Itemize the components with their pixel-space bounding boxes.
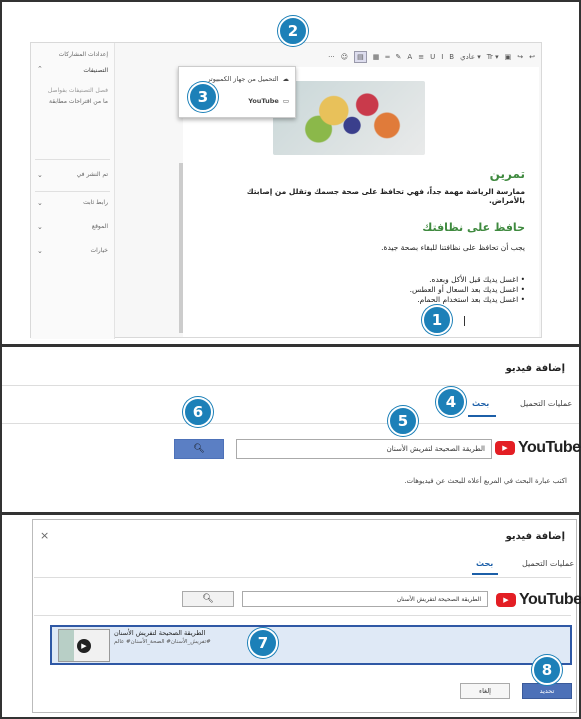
doc-bullet: • اغسل يديك قبل الأكل وبعده. — [429, 275, 525, 284]
categories-section[interactable]: التصنيفات — [83, 67, 108, 74]
divider — [34, 577, 571, 578]
video-result-tags: تفريش_الأسنان# الصحة_الأسنان# عالم# — [114, 639, 211, 645]
doc-paragraph: ممارسة الرياضة مهمة جداً، فهي تحافظ على … — [246, 187, 525, 205]
paragraph-style-select[interactable]: عادي ▾ — [460, 53, 481, 61]
search-icon: 🔍︎ — [202, 594, 214, 604]
underline-button[interactable]: U — [430, 53, 435, 61]
add-video-search-frame: إضافة فيديو بحث عمليات التحميل ▶ YouTube… — [0, 346, 581, 514]
youtube-logo: ▶ YouTube — [496, 591, 581, 609]
add-video-results-frame: × إضافة فيديو بحث عمليات التحميل ▶ YouTu… — [0, 514, 581, 719]
tab-uploads[interactable]: عمليات التحميل — [522, 559, 574, 568]
cloud-upload-icon: ☁ — [282, 75, 290, 83]
divider — [35, 159, 110, 160]
callout-1: 1 — [422, 305, 452, 335]
categories-hint[interactable]: فصل التصنيفات بفواصل — [48, 87, 108, 94]
chevron-down-icon[interactable]: ⌄ — [37, 247, 43, 255]
link-icon[interactable]: ═ — [385, 53, 389, 61]
tab-search[interactable]: بحث — [472, 399, 489, 408]
emoji-icon[interactable]: ☺ — [341, 53, 348, 61]
divider — [35, 191, 110, 192]
dialog-title: إضافة فيديو — [505, 363, 565, 374]
divider — [2, 385, 579, 386]
upload-from-computer-item[interactable]: التحميل من جهاز الكمبيوتر ☁ — [207, 75, 289, 83]
italic-button[interactable]: I — [441, 53, 443, 61]
doc-bullet: • اغسل يديك بعد السعال أو العطس. — [409, 285, 525, 294]
callout-5: 5 — [388, 406, 418, 436]
post-settings-header: إعدادات المشاركات — [58, 51, 108, 58]
callout-3: 3 — [188, 82, 218, 112]
search-input[interactable]: الطريقة الصحيحة لتفريش الأسنان — [236, 439, 492, 459]
callout-4: 4 — [436, 387, 466, 417]
doc-bullet: • اغسل يديك بعد استخدام الحمام. — [417, 295, 525, 304]
dialog-title: إضافة فيديو — [505, 531, 565, 542]
text-color-icon[interactable]: A — [407, 53, 412, 61]
search-input[interactable]: الطريقة الصحيحة لتفريش الأسنان — [242, 591, 488, 607]
doc-subheading: حافظ على نظافتك — [422, 221, 525, 234]
sidebar-item-published[interactable]: تم النشر في — [77, 171, 108, 178]
active-tab-indicator — [468, 415, 496, 417]
sidebar-item-location[interactable]: الموقع — [92, 223, 108, 230]
tab-uploads[interactable]: عمليات التحميل — [520, 399, 572, 408]
search-hint: اكتب عبارة البحث في المربع أعلاه للبحث ع… — [404, 477, 567, 485]
categories-suggestion: ما من اقتراحات مطابقة — [49, 98, 108, 105]
post-settings-panel: إعدادات المشاركات التصنيفات ⌃ فصل التصني… — [31, 43, 115, 339]
editor-screenshot-frame: إعدادات المشاركات التصنيفات ⌃ فصل التصني… — [0, 0, 581, 346]
play-icon: ▶ — [77, 639, 91, 653]
chevron-down-icon[interactable]: ⌄ — [37, 199, 43, 207]
video-result-item[interactable]: ▶ الطريقة الصحيحة لتفريش الأسنان تفريش_ا… — [50, 625, 572, 665]
insert-video-icon[interactable]: ▤ — [354, 51, 367, 63]
callout-8: 8 — [532, 655, 562, 685]
align-icon[interactable]: ≡ — [418, 53, 424, 61]
font-size-select[interactable]: Tr ▾ — [487, 53, 499, 61]
doc-heading: تمرين — [489, 167, 525, 181]
sidebar-item-options[interactable]: خيارات — [90, 247, 108, 254]
divider — [2, 423, 579, 424]
text-cursor — [464, 316, 465, 326]
preview-icon[interactable]: ▣ — [505, 53, 512, 61]
youtube-play-icon: ▶ — [496, 593, 516, 607]
sidebar-item-permalink[interactable]: رابط ثابت — [83, 199, 108, 206]
callout-6: 6 — [183, 397, 213, 427]
more-tools-icon[interactable]: ··· — [328, 53, 335, 61]
chevron-down-icon[interactable]: ⌄ — [37, 171, 43, 179]
divider — [34, 615, 571, 616]
search-button[interactable]: 🔍︎ — [182, 591, 234, 607]
insert-image-icon[interactable]: ▦ — [373, 53, 380, 61]
doc-intro: يجب أن تحافظ على نظافتنا للبقاء بصحة جيد… — [381, 243, 525, 252]
cancel-button[interactable]: إلغاء — [460, 683, 510, 699]
chevron-up-icon[interactable]: ⌃ — [37, 65, 43, 73]
callout-7: 7 — [248, 628, 278, 658]
chevron-down-icon[interactable]: ⌄ — [37, 223, 43, 231]
video-result-title: الطريقة الصحيحة لتفريش الأسنان — [114, 629, 206, 637]
tab-search[interactable]: بحث — [476, 559, 493, 568]
select-button[interactable]: تحديد — [522, 683, 572, 699]
video-icon: ▭ — [282, 97, 289, 105]
undo-icon[interactable]: ↩ — [529, 53, 535, 61]
active-tab-indicator — [472, 573, 498, 575]
youtube-menu-item[interactable]: YouTube ▭ — [248, 97, 289, 105]
highlight-icon[interactable]: ✎ — [396, 53, 402, 61]
video-thumbnail: ▶ — [58, 629, 110, 662]
search-icon: 🔍︎ — [193, 444, 205, 454]
close-icon[interactable]: × — [40, 529, 49, 542]
youtube-logo: ▶ YouTube — [495, 439, 581, 457]
search-button[interactable]: 🔍︎ — [174, 439, 224, 459]
redo-icon[interactable]: ↪ — [517, 53, 523, 61]
formatting-toolbar: ··· ☺ ▤ ▦ ═ ✎ A ≡ U I B عادي ▾ Tr ▾ ▣ ↪ … — [151, 47, 541, 67]
callout-2: 2 — [278, 16, 308, 46]
bold-button[interactable]: B — [449, 53, 454, 61]
youtube-play-icon: ▶ — [495, 441, 515, 455]
